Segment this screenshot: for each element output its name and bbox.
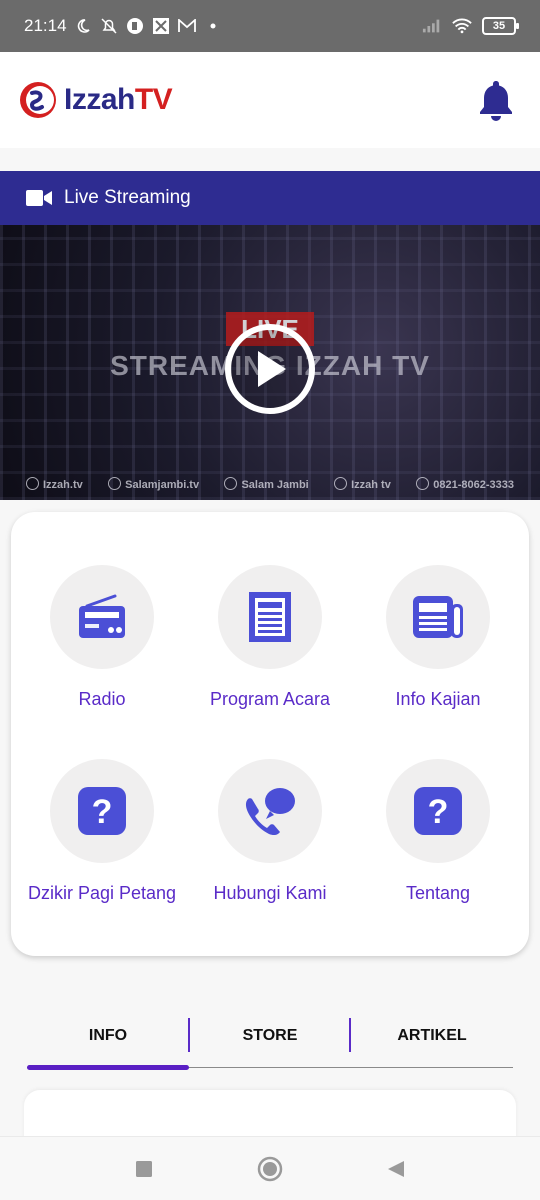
app-icon-2 bbox=[151, 16, 171, 36]
menu-label: Radio bbox=[78, 689, 126, 709]
menu-icon-circle: ? bbox=[386, 759, 490, 863]
menu-item-dzikir-pagi-petang[interactable]: ? Dzikir Pagi Petang bbox=[18, 759, 186, 905]
social-text: 0821-8062-3333 bbox=[433, 479, 514, 491]
document-icon bbox=[249, 592, 291, 642]
menu-label: Program Acara bbox=[209, 689, 331, 709]
back-triangle-icon bbox=[388, 1160, 404, 1177]
tab-info[interactable]: INFO bbox=[27, 1014, 189, 1070]
menu-item-program-acara[interactable]: Program Acara bbox=[186, 565, 354, 711]
wifi-icon bbox=[452, 16, 472, 36]
app-icon bbox=[125, 16, 145, 36]
social-facebook: Salam Jambi bbox=[224, 477, 309, 491]
whatsapp-icon bbox=[416, 477, 430, 490]
question-icon: ? bbox=[414, 787, 462, 835]
menu-label: Tentang bbox=[405, 883, 471, 903]
instagram-icon bbox=[108, 477, 122, 490]
tab-bar: INFO STORE ARTIKEL bbox=[27, 1014, 513, 1070]
tab-divider bbox=[349, 1018, 351, 1052]
recent-apps-button[interactable] bbox=[131, 1156, 157, 1182]
logo-mark-icon bbox=[20, 82, 56, 118]
battery-icon: 35 bbox=[482, 17, 519, 35]
social-links: Izzah.tv Salamjambi.tv Salam Jambi Izzah… bbox=[26, 474, 514, 494]
app-header: IzzahTV bbox=[0, 52, 540, 148]
menu-item-hubungi-kami[interactable]: Hubungi Kami bbox=[186, 759, 354, 905]
social-instagram: Salamjambi.tv bbox=[108, 477, 199, 491]
status-time: 21:14 bbox=[24, 16, 67, 35]
back-button[interactable] bbox=[383, 1156, 409, 1182]
logo-text-main: Izzah bbox=[64, 83, 135, 116]
play-icon bbox=[258, 351, 286, 387]
menu-icon-circle bbox=[218, 759, 322, 863]
logo-text: IzzahTV bbox=[64, 83, 173, 117]
tab-divider bbox=[188, 1018, 190, 1052]
bell-icon[interactable] bbox=[476, 78, 516, 122]
social-text: Izzah tv bbox=[351, 479, 391, 491]
play-button[interactable] bbox=[225, 324, 315, 414]
menu-label: Hubungi Kami bbox=[213, 883, 327, 903]
video-camera-icon bbox=[26, 190, 52, 206]
menu-item-tentang[interactable]: ? Tentang bbox=[354, 759, 522, 905]
menu-icon-circle: ? bbox=[50, 759, 154, 863]
video-player[interactable]: LIVE STREAMING IZZAH TV Izzah.tv Salamja… bbox=[0, 225, 540, 500]
live-streaming-bar[interactable]: Live Streaming bbox=[0, 171, 540, 225]
tab-store[interactable]: STORE bbox=[189, 1014, 351, 1070]
tab-active-indicator bbox=[27, 1065, 189, 1070]
youtube-icon bbox=[334, 477, 348, 490]
social-globe: Izzah.tv bbox=[26, 477, 83, 491]
square-icon bbox=[136, 1160, 152, 1177]
phone-chat-icon bbox=[245, 788, 295, 836]
status-bar: 21:14 35 bbox=[0, 0, 540, 52]
globe-icon bbox=[26, 477, 39, 490]
moon-icon bbox=[73, 16, 93, 36]
social-text: Salam Jambi bbox=[241, 479, 309, 491]
signal-icon bbox=[422, 16, 442, 36]
menu-icon-circle bbox=[386, 565, 490, 669]
tab-artikel[interactable]: ARTIKEL bbox=[351, 1014, 513, 1070]
menu-icon-circle bbox=[218, 565, 322, 669]
menu-label: Dzikir Pagi Petang bbox=[27, 883, 177, 903]
radio-icon bbox=[79, 594, 125, 638]
menu-item-info-kajian[interactable]: Info Kajian bbox=[354, 565, 522, 711]
menu-card: Radio Program Acara Info Kajian ? Dzikir… bbox=[11, 512, 529, 956]
live-streaming-label: Live Streaming bbox=[64, 187, 191, 208]
bell-off-icon bbox=[99, 16, 119, 36]
izzah-tv-logo: IzzahTV bbox=[18, 80, 173, 120]
dot-icon bbox=[203, 16, 223, 36]
social-text: Izzah.tv bbox=[43, 479, 83, 491]
svg-text:?: ? bbox=[428, 793, 449, 831]
system-nav-bar bbox=[0, 1136, 540, 1200]
gmail-icon bbox=[177, 16, 197, 36]
social-text: Salamjambi.tv bbox=[125, 479, 200, 491]
logo-text-tv: TV bbox=[134, 83, 173, 116]
question-icon: ? bbox=[78, 787, 126, 835]
menu-icon-circle bbox=[50, 565, 154, 669]
facebook-icon bbox=[224, 477, 238, 490]
svg-text:?: ? bbox=[92, 793, 113, 831]
menu-item-radio[interactable]: Radio bbox=[18, 565, 186, 711]
home-button[interactable] bbox=[257, 1156, 283, 1182]
newspaper-icon bbox=[413, 596, 463, 638]
social-youtube: Izzah tv bbox=[334, 477, 391, 491]
home-circle-icon bbox=[257, 1156, 283, 1181]
social-whatsapp: 0821-8062-3333 bbox=[416, 477, 514, 491]
menu-label: Info Kajian bbox=[395, 689, 481, 709]
